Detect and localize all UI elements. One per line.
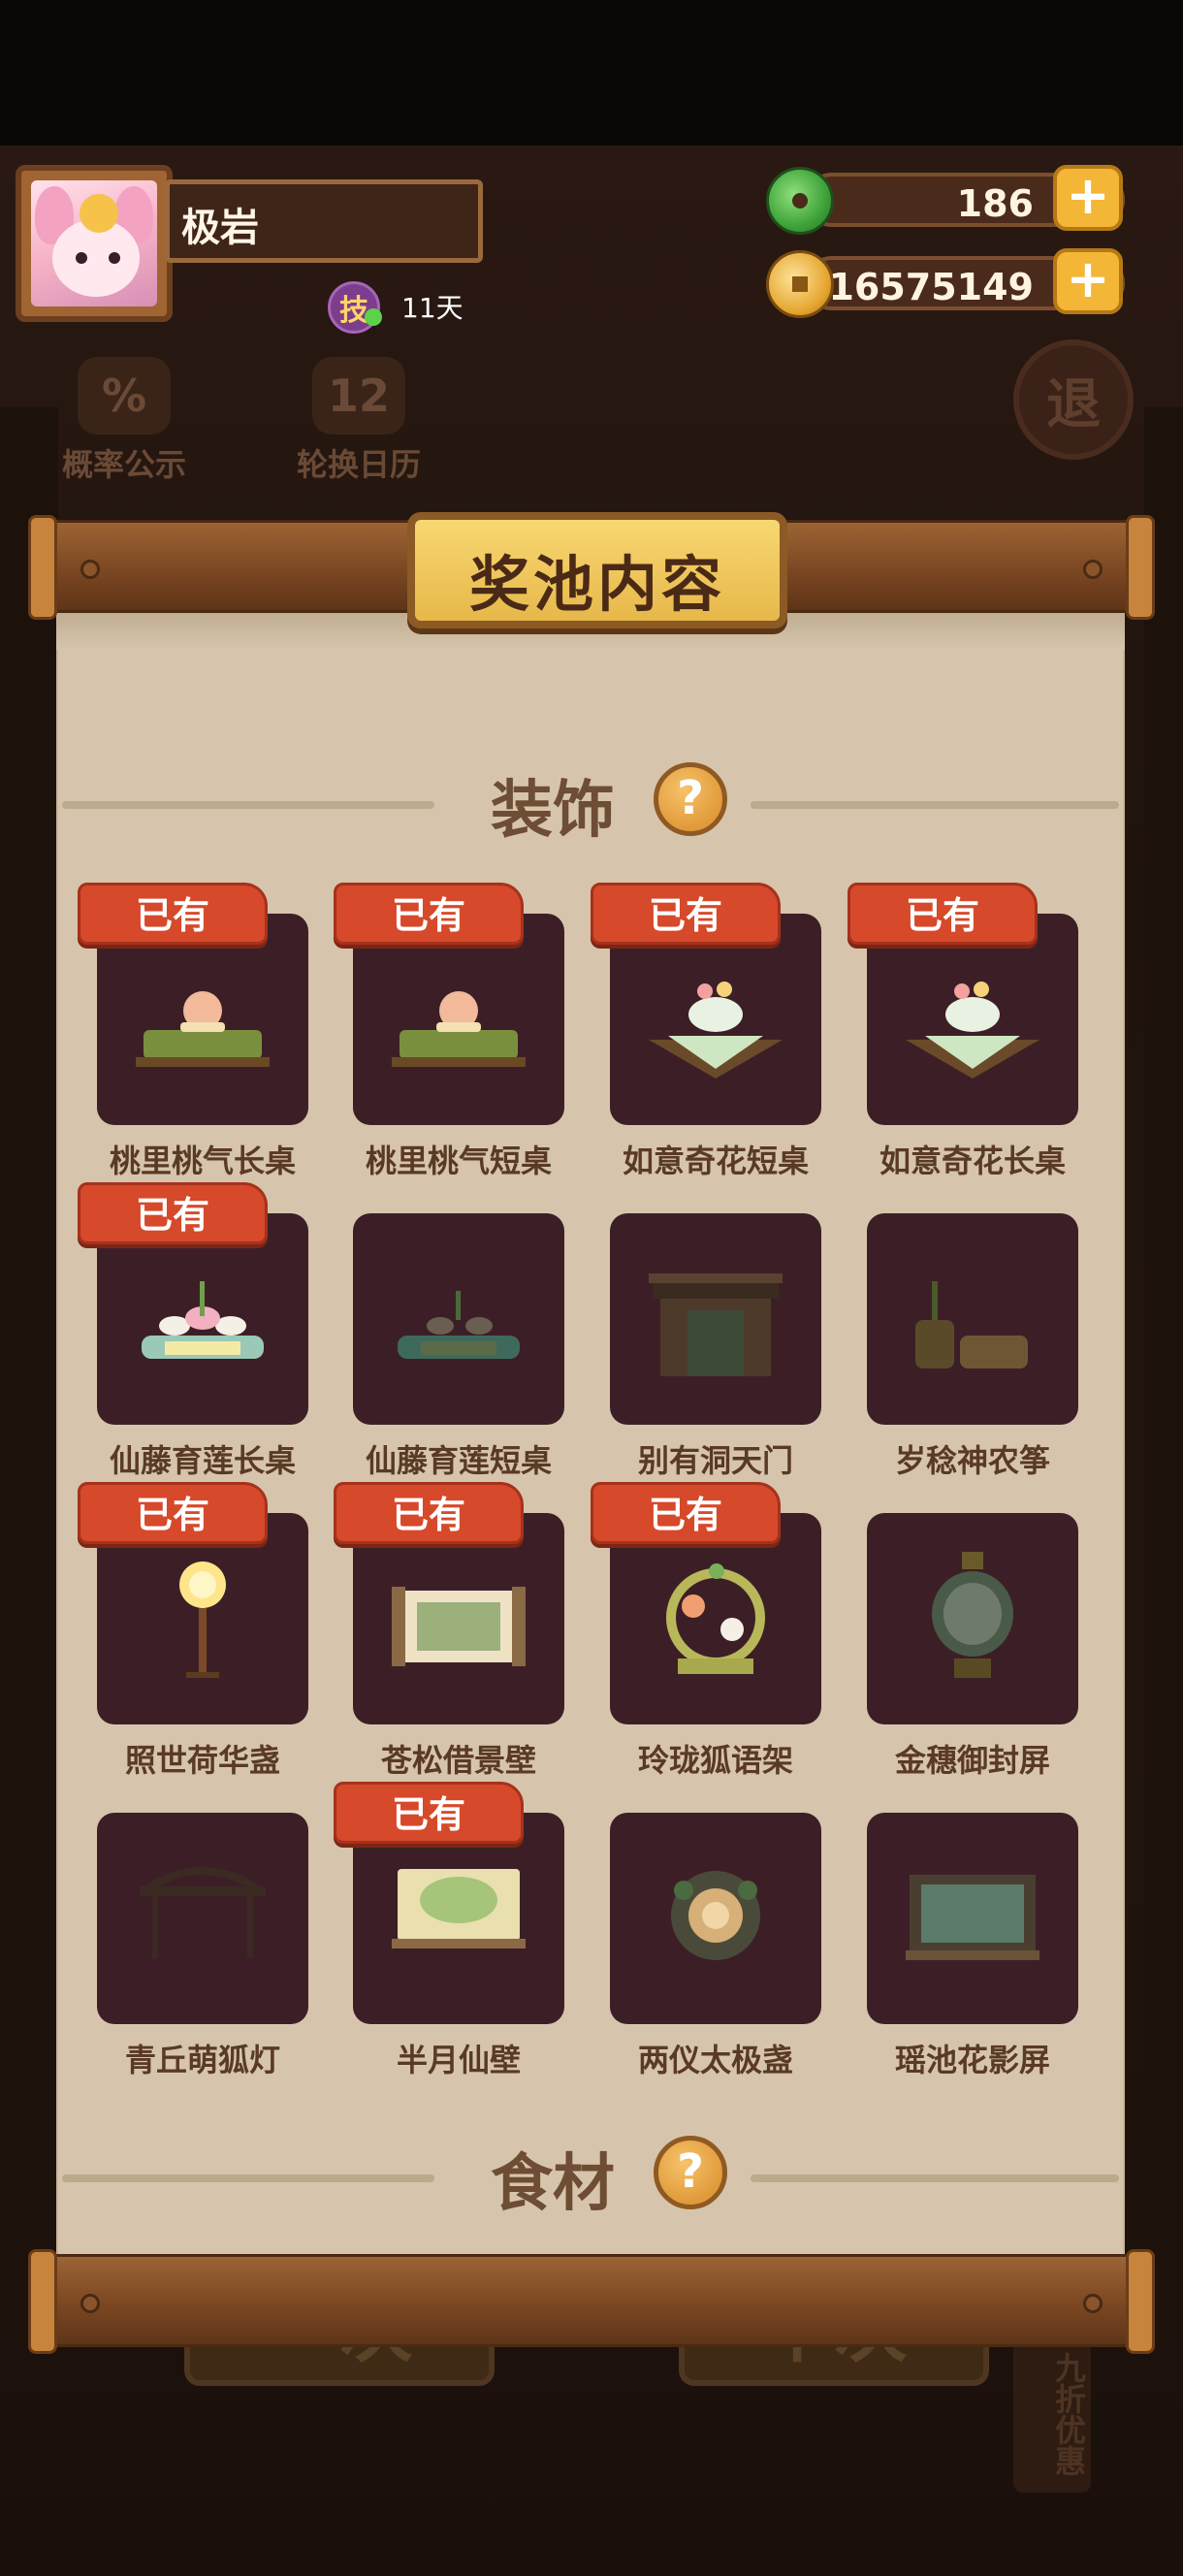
section-title-decor: 装饰 xyxy=(491,775,615,847)
skill-badge-label: 技 xyxy=(339,294,368,328)
coin-icon xyxy=(766,250,834,318)
probability-label: 概率公示 xyxy=(61,446,186,483)
item-name: 两仪太极盏 xyxy=(637,2042,793,2078)
item-card[interactable] xyxy=(610,1513,821,1724)
scroll-rod-bottom xyxy=(28,2249,1155,2354)
section-divider xyxy=(62,2174,434,2182)
level-up-arrow-icon xyxy=(365,308,382,326)
add-coins-button[interactable]: + xyxy=(1053,248,1123,314)
food-help-button[interactable]: ? xyxy=(654,2136,727,2209)
item-card[interactable] xyxy=(867,1213,1078,1425)
item-card[interactable] xyxy=(353,914,564,1125)
item-name: 半月仙壁 xyxy=(396,2042,521,2078)
question-icon: ? xyxy=(677,2144,704,2199)
item-card[interactable] xyxy=(97,1813,308,2024)
item-image xyxy=(671,1871,760,1960)
plus-icon: + xyxy=(1066,165,1110,226)
item-card[interactable] xyxy=(867,914,1078,1125)
item-name: 瑶池花影屏 xyxy=(894,2042,1050,2078)
add-jade-button[interactable]: + xyxy=(1053,165,1123,231)
player-name-box: 极岩 xyxy=(165,179,483,263)
avatar xyxy=(31,180,157,306)
section-divider xyxy=(751,801,1119,809)
jade-amount: 186 xyxy=(956,182,1034,225)
item-image xyxy=(136,991,270,1067)
question-icon: ? xyxy=(677,771,704,825)
exit-label: 退 xyxy=(1046,372,1101,436)
item-name: 岁稔神农筝 xyxy=(894,1442,1050,1479)
item-image xyxy=(392,1869,526,1948)
prize-pool-panel[interactable]: 装饰 ? 桃里桃气长桌 已有 桃里桃气短桌 已有 如意奇花短桌 已有 如意奇花长桌 已有 仙藤育… xyxy=(56,601,1125,2260)
item-name: 仙藤育莲长桌 xyxy=(109,1442,296,1479)
item-name: 玲珑狐语架 xyxy=(637,1742,793,1779)
item-card[interactable] xyxy=(610,914,821,1125)
coin-amount: 16575149 xyxy=(828,266,1034,308)
item-card[interactable] xyxy=(610,1213,821,1425)
player-name: 极岩 xyxy=(181,206,259,250)
item-image xyxy=(179,1562,226,1678)
owned-badge: 已有 xyxy=(591,883,781,945)
section-title-food: 食材 xyxy=(491,2148,615,2220)
jade-icon xyxy=(766,167,834,235)
owned-badge: 已有 xyxy=(334,1482,524,1544)
item-name: 别有洞天门 xyxy=(637,1442,793,1479)
item-card[interactable] xyxy=(97,1513,308,1724)
item-image xyxy=(140,1867,266,1958)
owned-badge: 已有 xyxy=(78,1482,268,1544)
item-name: 桃里桃气短桌 xyxy=(365,1143,552,1179)
item-image xyxy=(392,991,526,1067)
owned-badge: 已有 xyxy=(847,883,1038,945)
item-image xyxy=(392,1587,526,1666)
item-name: 照世荷华盏 xyxy=(124,1742,280,1779)
modal-title-plaque: 奖池内容 xyxy=(407,512,787,628)
owned-badge: 已有 xyxy=(334,1782,524,1844)
item-name: 桃里桃气长桌 xyxy=(109,1143,296,1179)
skill-days: 11天 xyxy=(401,292,464,324)
background-post-right xyxy=(1144,407,1183,2347)
calendar-button[interactable]: 12 轮换日历 xyxy=(281,357,436,485)
item-image xyxy=(649,982,783,1079)
item-image xyxy=(666,1563,765,1674)
item-card[interactable] xyxy=(353,1813,564,2024)
item-image xyxy=(906,982,1039,1079)
owned-badge: 已有 xyxy=(334,883,524,945)
item-name: 如意奇花长桌 xyxy=(879,1143,1066,1179)
probability-button[interactable]: % 概率公示 xyxy=(47,357,202,485)
calendar-icon: 12 xyxy=(312,357,405,435)
owned-badge: 已有 xyxy=(78,883,268,945)
player-avatar-frame[interactable] xyxy=(16,165,173,322)
item-image xyxy=(932,1552,1013,1678)
item-card[interactable] xyxy=(867,1513,1078,1724)
item-card[interactable] xyxy=(97,914,308,1125)
calendar-label: 轮换日历 xyxy=(296,446,421,483)
exit-button[interactable]: 退 xyxy=(1013,339,1134,460)
section-divider xyxy=(62,801,434,809)
owned-badge: 已有 xyxy=(591,1482,781,1544)
item-image xyxy=(906,1875,1039,1960)
item-card[interactable] xyxy=(97,1213,308,1425)
item-image xyxy=(398,1291,520,1359)
item-image xyxy=(915,1281,1028,1368)
item-name: 仙藤育莲短桌 xyxy=(365,1442,552,1479)
item-name: 如意奇花短桌 xyxy=(622,1143,809,1179)
item-card[interactable] xyxy=(353,1513,564,1724)
decor-help-button[interactable]: ? xyxy=(654,762,727,836)
modal-title: 奖池内容 xyxy=(468,549,725,620)
background-post-left xyxy=(0,407,58,2347)
percent-icon: % xyxy=(78,357,171,435)
item-name: 青丘萌狐灯 xyxy=(124,2042,280,2078)
item-image xyxy=(649,1273,783,1376)
item-card[interactable] xyxy=(610,1813,821,2024)
discount-tag: 九折优惠 xyxy=(1013,2328,1091,2493)
item-name: 苍松借景壁 xyxy=(380,1742,536,1779)
owned-badge: 已有 xyxy=(78,1182,268,1244)
item-card[interactable] xyxy=(867,1813,1078,2024)
section-divider xyxy=(751,2174,1119,2182)
item-name: 金穗御封屏 xyxy=(894,1742,1050,1779)
plus-icon: + xyxy=(1066,248,1110,309)
status-bar-area xyxy=(0,0,1183,145)
item-image xyxy=(142,1281,264,1359)
item-card[interactable] xyxy=(353,1213,564,1425)
